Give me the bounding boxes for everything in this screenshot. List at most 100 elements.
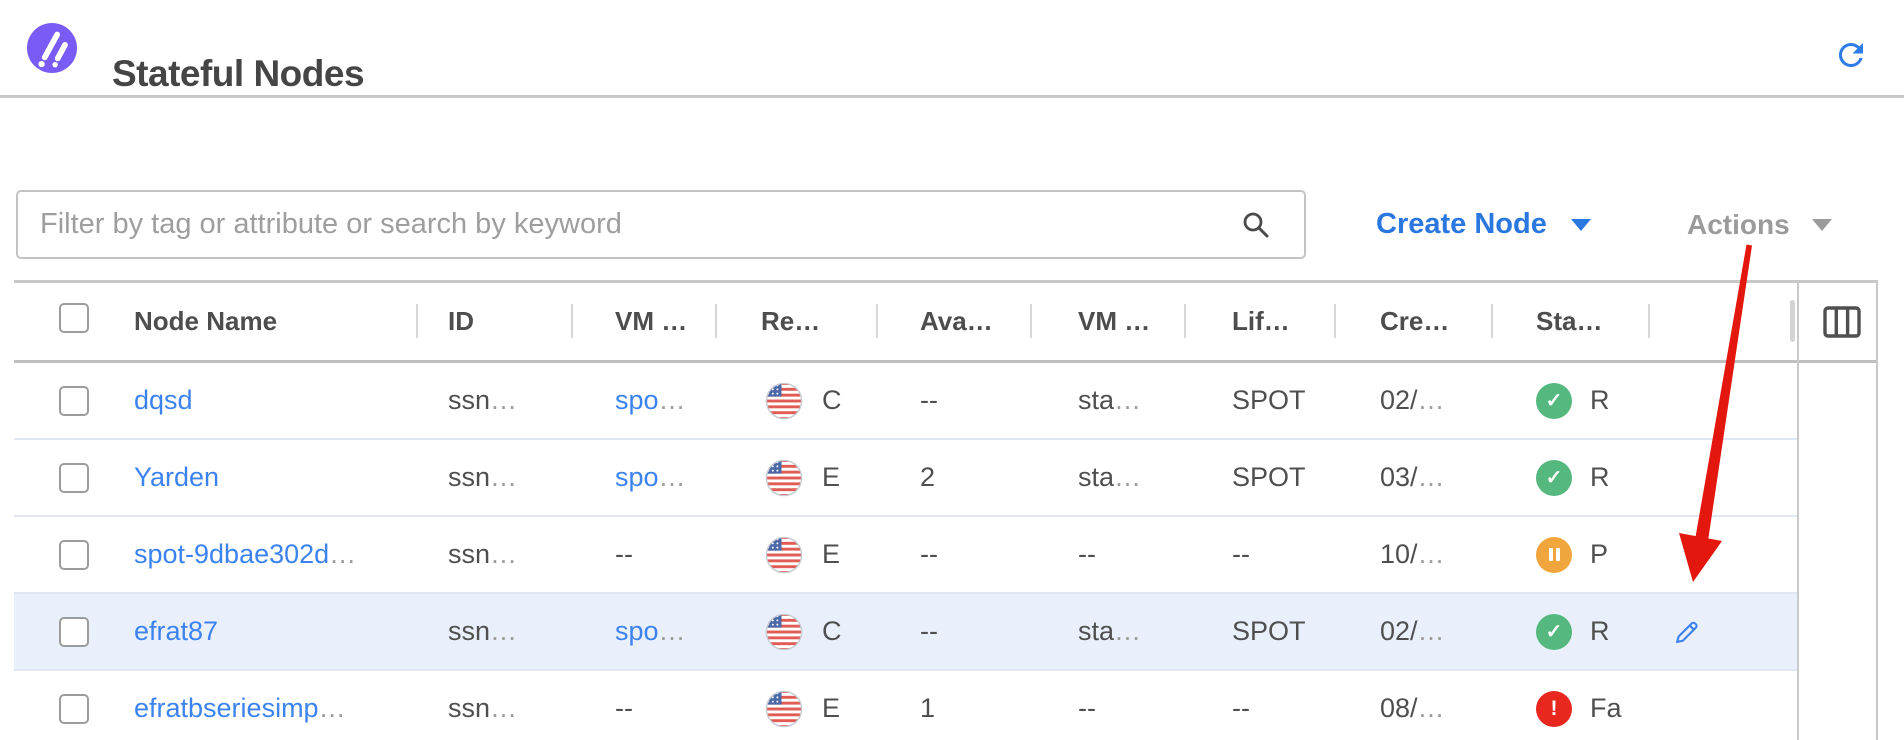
vm-cell: -- <box>571 671 715 740</box>
filter-input[interactable] <box>18 192 1304 257</box>
created-cell: 08/… <box>1334 671 1491 740</box>
vm-type-cell: sta… <box>1030 440 1184 515</box>
table-right-border <box>1876 283 1878 740</box>
status-cell: Fa <box>1491 671 1648 740</box>
create-node-button[interactable]: Create Node <box>1376 190 1591 259</box>
us-flag-icon <box>765 382 803 420</box>
region-cell: E <box>715 671 876 740</box>
column-header-vm-2: VM … <box>1030 306 1184 337</box>
column-header-vm-1: VM … <box>571 306 715 337</box>
spot-logo-icon <box>27 23 77 73</box>
vm-cell: -- <box>571 517 715 592</box>
vertical-scrollbar-thumb[interactable] <box>1790 300 1795 342</box>
node-name-cell: dqsd <box>96 363 416 438</box>
availability-cell: 2 <box>876 440 1030 515</box>
node-name-link[interactable]: Yarden <box>134 462 219 493</box>
column-picker-button[interactable] <box>1823 306 1861 338</box>
us-flag-icon <box>765 536 803 574</box>
table-row: dqsd ssn… spo… C -- sta… SPOT 02/… R <box>14 363 1797 440</box>
node-name-link[interactable]: spot-9dbae302d… <box>134 539 356 570</box>
status-paused-icon <box>1536 537 1572 573</box>
table-row-selected: efrat87 ssn… spo… C -- sta… SPOT 02/… R <box>14 594 1797 671</box>
row-select-cell <box>14 671 96 740</box>
vm-link[interactable]: spo… <box>615 385 686 416</box>
edit-node-button[interactable] <box>1673 618 1701 646</box>
row-select-cell <box>14 517 96 592</box>
header-divider <box>1184 304 1186 338</box>
lifecycle-cell: -- <box>1184 517 1334 592</box>
header-divider <box>571 304 573 338</box>
header-divider <box>416 304 418 338</box>
actions-label: Actions <box>1687 209 1790 241</box>
node-name-cell: efratbseriesimp… <box>96 671 416 740</box>
column-header-region: Re… <box>715 306 876 337</box>
app-header: Stateful Nodes <box>0 0 1904 98</box>
column-header-node-name: Node Name <box>96 306 416 337</box>
created-cell: 02/… <box>1334 594 1491 669</box>
availability-cell: 1 <box>876 671 1030 740</box>
vm-cell: spo… <box>571 440 715 515</box>
actions-button[interactable]: Actions <box>1687 190 1832 259</box>
row-checkbox[interactable] <box>59 386 89 416</box>
node-id-cell: ssn… <box>416 440 571 515</box>
status-running-icon <box>1536 383 1572 419</box>
status-failed-icon <box>1536 691 1572 727</box>
lifecycle-cell: SPOT <box>1184 594 1334 669</box>
status-running-icon <box>1536 614 1572 650</box>
vm-link[interactable]: spo… <box>615 462 686 493</box>
table-row: efratbseriesimp… ssn… -- E 1 -- -- 08/… … <box>14 671 1797 740</box>
row-checkbox[interactable] <box>59 694 89 724</box>
page-title: Stateful Nodes <box>112 49 364 99</box>
node-id-cell: ssn… <box>416 363 571 438</box>
row-select-cell <box>14 594 96 669</box>
created-cell: 10/… <box>1334 517 1491 592</box>
vm-type-cell: -- <box>1030 517 1184 592</box>
lifecycle-cell: -- <box>1184 671 1334 740</box>
header-divider <box>876 304 878 338</box>
vm-link[interactable]: spo… <box>615 616 686 647</box>
status-cell: P <box>1491 517 1648 592</box>
header-divider <box>1030 304 1032 338</box>
region-cell: C <box>715 363 876 438</box>
pencil-icon <box>1673 618 1701 646</box>
columns-icon <box>1823 306 1861 338</box>
row-checkbox[interactable] <box>59 540 89 570</box>
row-checkbox[interactable] <box>59 617 89 647</box>
column-header-availability: Ava… <box>876 306 1030 337</box>
row-checkbox[interactable] <box>59 463 89 493</box>
node-name-link[interactable]: efratbseriesimp… <box>134 693 346 724</box>
header-divider <box>1648 304 1650 338</box>
row-actions-cell <box>1648 517 1797 592</box>
vm-cell: spo… <box>571 594 715 669</box>
header-divider <box>1334 304 1336 338</box>
vm-cell: spo… <box>571 363 715 438</box>
region-cell: E <box>715 517 876 592</box>
table-row: spot-9dbae302d… ssn… -- E -- -- -- 10/… … <box>14 517 1797 594</box>
vm-type-cell: -- <box>1030 671 1184 740</box>
refresh-button[interactable] <box>1833 37 1869 73</box>
node-name-link[interactable]: efrat87 <box>134 616 218 647</box>
lifecycle-cell: SPOT <box>1184 440 1334 515</box>
status-cell: R <box>1491 594 1648 669</box>
search-icon <box>1240 209 1272 241</box>
vm-type-cell: sta… <box>1030 594 1184 669</box>
row-actions-cell <box>1648 440 1797 515</box>
availability-cell: -- <box>876 594 1030 669</box>
select-all-checkbox[interactable] <box>59 303 89 333</box>
us-flag-icon <box>765 459 803 497</box>
header-divider <box>1491 304 1493 338</box>
table-header-row: Node Name ID VM … Re… Ava… VM … Lif… Cre… <box>14 283 1878 363</box>
chevron-down-icon <box>1571 219 1591 231</box>
row-actions-cell <box>1648 363 1797 438</box>
vm-type-cell: sta… <box>1030 363 1184 438</box>
table-vertical-divider <box>1797 283 1799 740</box>
status-running-icon <box>1536 460 1572 496</box>
status-cell: R <box>1491 363 1648 438</box>
region-cell: E <box>715 440 876 515</box>
region-cell: C <box>715 594 876 669</box>
availability-cell: -- <box>876 363 1030 438</box>
node-name-link[interactable]: dqsd <box>134 385 193 416</box>
column-header-lifecycle: Lif… <box>1184 306 1334 337</box>
created-cell: 02/… <box>1334 363 1491 438</box>
availability-cell: -- <box>876 517 1030 592</box>
